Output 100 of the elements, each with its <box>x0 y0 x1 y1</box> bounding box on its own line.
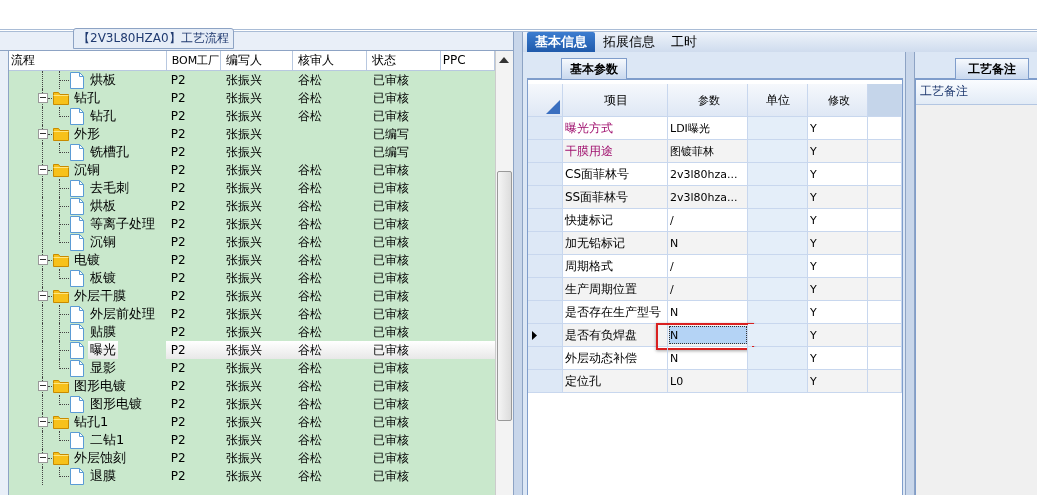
tree-row[interactable]: 沉铜 P2 张振兴 谷松 已审核 <box>9 161 496 179</box>
notes-header: 工艺备注 <box>916 80 1037 105</box>
tab[interactable]: 基本参数 <box>561 58 627 79</box>
column-header[interactable]: 核审人 <box>292 51 367 70</box>
table-cell: N <box>670 236 679 250</box>
tree-row[interactable]: 钻孔 P2 张振兴 谷松 已审核 <box>9 107 496 125</box>
table-cell-text: 已审核 <box>372 288 411 305</box>
table-cell-text: 已审核 <box>372 450 411 467</box>
column-header[interactable]: 参数 <box>668 84 748 116</box>
splitter[interactable] <box>905 52 915 495</box>
table-cell <box>748 370 808 392</box>
step-name: 退膜 <box>89 467 117 485</box>
table-cell-text: P2 <box>169 396 187 413</box>
table-cell-text: 张振兴 <box>224 414 263 431</box>
table-row[interactable]: 周期格式 / Y <box>528 255 902 278</box>
tree-row[interactable]: 外形 P2 张振兴 已编写 <box>9 125 496 143</box>
document-icon <box>70 107 84 125</box>
table-cell <box>748 140 808 162</box>
column-header[interactable]: 流程 <box>9 51 167 70</box>
table-row[interactable]: 是否存在生产型号 N Y <box>528 301 902 324</box>
table-cell: 2v3l80hza... <box>670 167 738 181</box>
column-header[interactable]: 单位 <box>748 84 808 116</box>
column-header[interactable]: 编写人 <box>220 51 293 70</box>
tree-row[interactable]: 去毛刺 P2 张振兴 谷松 已审核 <box>9 179 496 197</box>
collapse-icon[interactable] <box>38 453 48 463</box>
document-icon <box>70 215 84 233</box>
table-cell: 谷松 <box>298 181 323 195</box>
table-row[interactable]: 生产周期位置 / Y <box>528 278 902 301</box>
collapse-icon[interactable] <box>38 417 48 427</box>
table-row[interactable]: CS面菲林号 2v3l80hza... Y <box>528 163 902 186</box>
step-name: 板镀 <box>89 269 117 287</box>
table-row[interactable]: 加无铅标记 N Y <box>528 232 902 255</box>
tree-row[interactable]: 外层蚀刻 P2 张振兴 谷松 已审核 <box>9 449 496 467</box>
tree-row[interactable]: 退膜 P2 张振兴 谷松 已审核 <box>9 467 496 485</box>
tree-row[interactable]: 贴膜 P2 张振兴 谷松 已审核 <box>9 323 496 341</box>
collapse-icon[interactable] <box>38 381 48 391</box>
table-cell: / <box>670 259 674 273</box>
tree-row[interactable]: 钻孔1 P2 张振兴 谷松 已审核 <box>9 413 496 431</box>
tree-row[interactable]: 等离子处理 P2 张振兴 谷松 已审核 <box>9 215 496 233</box>
step-name: 铣槽孔 <box>89 143 130 161</box>
column-header[interactable]: BOM工厂 <box>166 51 221 70</box>
input-field[interactable]: N <box>669 326 747 344</box>
collapse-icon[interactable] <box>38 291 48 301</box>
step-name: 去毛刺 <box>89 179 130 197</box>
collapse-icon[interactable] <box>38 165 48 175</box>
column-header[interactable]: 项目 <box>563 84 668 116</box>
tree-row[interactable]: 图形电镀 P2 张振兴 谷松 已审核 <box>9 377 496 395</box>
tree-row[interactable]: 二钻1 P2 张振兴 谷松 已审核 <box>9 431 496 449</box>
scroll-thumb[interactable] <box>497 171 512 421</box>
collapse-icon[interactable] <box>38 255 48 265</box>
tab[interactable]: 拓展信息 <box>595 32 663 52</box>
table-row[interactable]: 是否有负焊盘 N Y <box>528 324 902 347</box>
table-cell: Y <box>808 370 868 392</box>
table-row[interactable]: SS面菲林号 2v3l80hza... Y <box>528 186 902 209</box>
tab[interactable]: 基本信息 <box>527 32 595 52</box>
tree-row[interactable]: 板镀 P2 张振兴 谷松 已审核 <box>9 269 496 287</box>
tree-row[interactable]: 外层干膜 P2 张振兴 谷松 已审核 <box>9 287 496 305</box>
table-cell-text: 张振兴 <box>224 396 263 413</box>
scroll-up-icon[interactable] <box>499 57 510 63</box>
tree-row[interactable]: 显影 P2 张振兴 谷松 已审核 <box>9 359 496 377</box>
tab[interactable]: 工时 <box>663 32 705 52</box>
collapse-icon[interactable] <box>38 129 48 139</box>
table-cell-text: P2 <box>169 72 187 89</box>
tree-row[interactable]: 烘板 P2 张振兴 谷松 已审核 <box>9 197 496 215</box>
table-cell-text: 已审核 <box>372 234 411 251</box>
tree-row[interactable]: 钻孔 P2 张振兴 谷松 已审核 <box>9 89 496 107</box>
table-cell: Y <box>808 255 868 277</box>
tab[interactable]: 工艺备注 <box>955 58 1029 79</box>
scrollbar[interactable] <box>495 51 513 495</box>
tree-row[interactable]: 铣槽孔 P2 张振兴 已编写 <box>9 143 496 161</box>
table-cell: Y <box>808 117 868 139</box>
table-row[interactable]: 曝光方式 LDI曝光 Y <box>528 117 902 140</box>
table-cell: LDI曝光 <box>670 120 710 136</box>
step-name: 二钻1 <box>89 431 126 449</box>
table-cell-text: 已审核 <box>372 432 411 449</box>
table-row[interactable]: 快捷标记 / Y <box>528 209 902 232</box>
table-cell: 谷松 <box>298 217 323 231</box>
table-cell-text: 已审核 <box>372 72 411 89</box>
table-cell: 谷松 <box>298 433 323 447</box>
table-row[interactable]: 定位孔 L0 Y <box>528 370 902 393</box>
table-cell-text: P2 <box>169 270 187 287</box>
table-cell-text: 张振兴 <box>224 234 263 251</box>
parameter-name: SS面菲林号 <box>563 186 668 208</box>
tree-row[interactable]: 外层前处理 P2 张振兴 谷松 已审核 <box>9 305 496 323</box>
step-name: 图形电镀 <box>73 377 127 395</box>
table-cell-text: P2 <box>169 234 187 251</box>
table-cell-text: 张振兴 <box>224 162 263 179</box>
table-cell-text: P2 <box>169 216 187 233</box>
tree-row[interactable]: 电镀 P2 张振兴 谷松 已审核 <box>9 251 496 269</box>
table-row[interactable]: 外层动态补偿 N Y <box>528 347 902 370</box>
table-cell-text: 张振兴 <box>224 288 263 305</box>
row-header[interactable] <box>528 324 563 346</box>
tree-row[interactable]: 图形电镀 P2 张振兴 谷松 已审核 <box>9 395 496 413</box>
column-header[interactable]: 状态 <box>366 51 441 70</box>
table-row[interactable]: 干膜用途 图镀菲林 Y <box>528 140 902 163</box>
table-cell: 谷松 <box>298 343 323 357</box>
table-cell: Y <box>808 209 868 231</box>
collapse-icon[interactable] <box>38 93 48 103</box>
tree-row[interactable]: 烘板 P2 张振兴 谷松 已审核 <box>9 71 496 89</box>
tree-row[interactable]: 沉铜 P2 张振兴 谷松 已审核 <box>9 233 496 251</box>
